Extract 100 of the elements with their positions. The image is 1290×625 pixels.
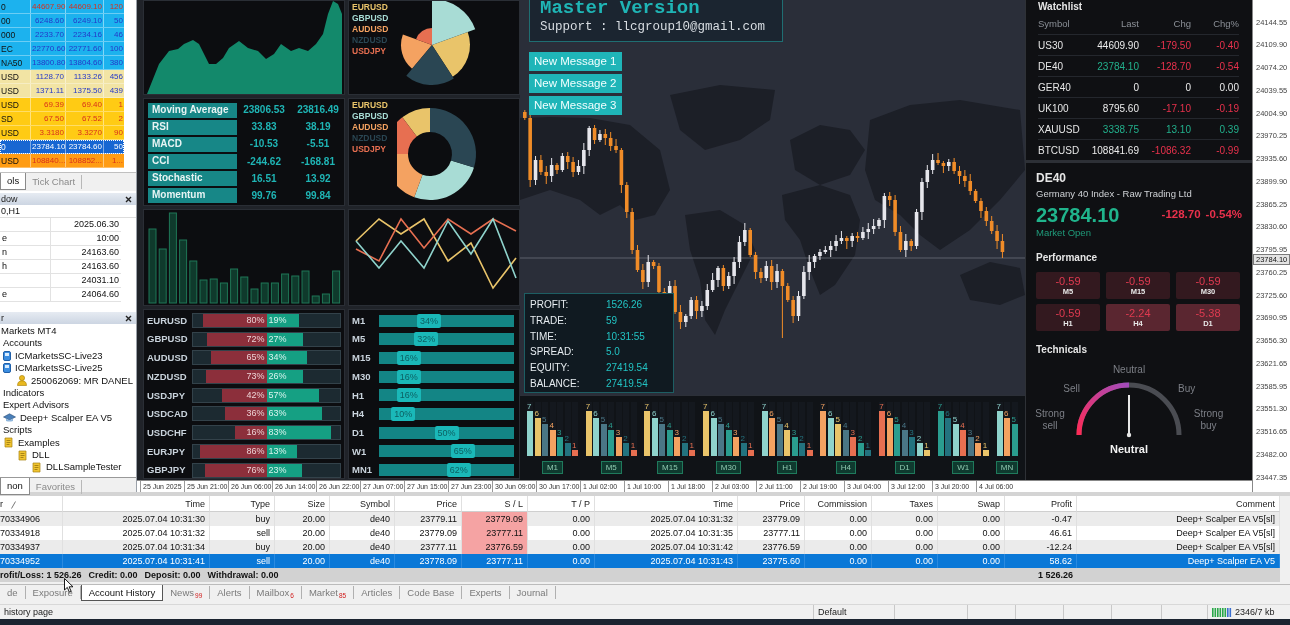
- quote-row[interactable]: EC 22770.60 22771.60 100: [0, 42, 124, 56]
- buy-bar: 26%: [266, 370, 304, 384]
- bar-value: 7: [937, 402, 943, 412]
- bar-value: 3: [909, 427, 914, 437]
- buy-bar: 57%: [266, 388, 319, 402]
- timeframe-label: MN: [995, 461, 1019, 474]
- panel-title: Watchlist: [1037, 0, 1084, 14]
- spread-cell-text: 50: [113, 141, 124, 153]
- indicator-value: -10.53: [248, 138, 280, 151]
- tab[interactable]: Account History: [80, 585, 164, 601]
- tree-item[interactable]: ICMarketsSC-Live23: [3, 349, 103, 363]
- bid-cell: 22770.60: [31, 42, 66, 55]
- document-icon: [3, 437, 14, 449]
- symbol-cell: XAUUSD: [1038, 118, 1083, 139]
- legend-label: EURUSD: [352, 2, 389, 13]
- timeframe-label: H4: [352, 408, 366, 420]
- close-icon[interactable]: [125, 195, 132, 203]
- progress-marker: 50%: [434, 425, 459, 440]
- quote-row[interactable]: USD 69.39 69.40 1: [0, 98, 124, 112]
- bar-value: 2: [799, 434, 804, 444]
- quote-row[interactable]: USD 108840... 108852... 1...: [0, 154, 124, 168]
- price-value: 23784.10: [1036, 203, 1120, 227]
- field-value: 24163.60: [50, 246, 121, 259]
- tab[interactable]: Alerts: [210, 586, 250, 599]
- sell-bar: 76%: [204, 463, 267, 477]
- quote-row[interactable]: USD 3.3180 3.3270 90: [0, 126, 124, 140]
- bar-value: 4: [784, 421, 789, 431]
- performance-value: -5.38: [1195, 307, 1221, 319]
- bar-value: 3: [615, 427, 621, 437]
- tab[interactable]: Mailbox$_{6}$: [249, 586, 302, 599]
- bar-value: 4: [901, 421, 907, 431]
- column-header: Chg%: [1212, 17, 1239, 31]
- tab[interactable]: Journal: [509, 586, 556, 599]
- ask-cell: 23784.60: [66, 140, 104, 153]
- bid-cell: 1371.11: [31, 84, 66, 97]
- tree-item[interactable]: Expert Advisors: [3, 399, 69, 412]
- bar-value: 2: [975, 434, 980, 444]
- quote-row[interactable]: 00 6248.60 6249.10 50: [0, 14, 124, 28]
- tree-item[interactable]: DLLSampleTester: [31, 461, 122, 474]
- close-icon[interactable]: [125, 314, 132, 322]
- bar-value: 7: [996, 402, 1001, 412]
- timeframe-label: W1: [352, 445, 368, 457]
- spread-cell-text: 456: [108, 71, 124, 83]
- tree-item[interactable]: Indicators: [3, 386, 45, 400]
- tree-item[interactable]: ICMarketsSC-Live25: [3, 362, 103, 375]
- tab[interactable]: Code Base: [400, 586, 463, 599]
- account-value: 27419.54: [606, 377, 649, 392]
- bid-cell: 44607.90: [31, 0, 66, 13]
- progress-marker: 65%: [450, 444, 475, 459]
- continent-shape: [960, 262, 1025, 305]
- pair-label: USDCHF: [147, 426, 188, 439]
- tree-item[interactable]: Markets MT4: [1, 325, 57, 338]
- spread-cell-text: 100: [108, 43, 124, 55]
- change-percent: -0.54%: [1205, 208, 1242, 222]
- quote-row[interactable]: USD 1128.70 1133.26 456: [0, 70, 124, 84]
- legend-label: GBPUSD: [352, 111, 390, 122]
- quote-row[interactable]: NA50 13800.80 13804.60 380: [0, 56, 124, 70]
- tree-item[interactable]: 250062069: MR DANEL: [17, 374, 133, 387]
- change-percent-cell: 0.00: [1191, 76, 1239, 97]
- table-row[interactable]: 70334918 2025.07.04 10:31:32 sell 20.00 de40 23779.09 23777.11 0.00 2025.07.04 10:31:35 23777.11 0.00 0.00 0.00 46.61 Deep+ Scalper EA V5[sl]: [0, 526, 1280, 540]
- spread-cell-text: 46: [113, 29, 124, 41]
- tree-item[interactable]: Deep+ Scalper EA V5: [3, 411, 113, 425]
- quote-row[interactable]: SD 67.50 67.52 2: [0, 112, 124, 126]
- quote-row[interactable]: 000 2233.70 2234.16 46: [0, 28, 124, 42]
- section-title: Performance: [1036, 252, 1099, 264]
- tab[interactable]: de: [0, 586, 26, 599]
- timeframe-label: W1: [952, 461, 975, 474]
- tab[interactable]: Experts: [462, 586, 510, 599]
- bid-cell: 1128.70: [31, 70, 66, 83]
- table-row[interactable]: 70334906 2025.07.04 10:31:30 buy 20.00 de40 23779.11 23779.09 0.00 2025.07.04 10:31:32 23779.09 0.00 0.00 0.00 -0.47 Deep+ Scalper EA V5[sl]: [0, 512, 1280, 526]
- field-label: h: [1, 260, 8, 273]
- buy-bar: 63%: [266, 407, 322, 421]
- tab[interactable]: non: [0, 478, 30, 495]
- tree-item[interactable]: Accounts: [3, 337, 43, 350]
- bar-value: 7: [585, 402, 591, 412]
- tab[interactable]: ols: [0, 173, 27, 190]
- tab[interactable]: News$_{99}$: [163, 586, 211, 599]
- chart-bar: [281, 273, 290, 304]
- quote-row[interactable]: 0 44607.90 44609.10 120: [0, 0, 124, 14]
- slash-icon: [11, 500, 16, 509]
- tree-item[interactable]: DLL: [17, 448, 50, 462]
- table-row[interactable]: 70334952 2025.07.04 10:31:41 sell 20.00 de40 23778.09 23777.11 0.00 2025.07.04 10:31:43 23775.60 0.00 0.00 0.00 58.62 Deep+ Scalper EA V5: [0, 554, 1280, 568]
- bar-value: 4: [725, 421, 730, 431]
- indicator-value: -168.81: [300, 155, 336, 168]
- pair-label: GBPJPY: [147, 464, 187, 476]
- indicator-value: 38.19: [304, 121, 332, 134]
- tree-item[interactable]: Scripts: [3, 424, 33, 437]
- performance-value: -0.59: [1055, 307, 1081, 319]
- table-row[interactable]: 70334937 2025.07.04 10:31:34 buy 20.00 de40 23777.11 23776.59 0.00 2025.07.04 10:31:42 23776.59 0.00 0.00 0.00 -12.24 Deep+ Scalper EA V5[sl]: [0, 540, 1280, 554]
- gauge-label: Buy: [1178, 383, 1196, 395]
- price-cell: 0: [1083, 76, 1139, 97]
- tab[interactable]: Market$_{85}$: [301, 586, 355, 599]
- tab[interactable]: Articles: [354, 586, 401, 599]
- tree-item[interactable]: Examples: [3, 436, 60, 449]
- quote-row[interactable]: USD 1371.11 1375.50 439: [0, 84, 124, 98]
- chart-bar: [219, 282, 228, 304]
- quote-row[interactable]: 0 23784.10 23784.60 50: [0, 140, 124, 154]
- bar-value: 4: [666, 421, 672, 431]
- bar-value: 1: [630, 440, 636, 450]
- chart-bar: [332, 270, 341, 304]
